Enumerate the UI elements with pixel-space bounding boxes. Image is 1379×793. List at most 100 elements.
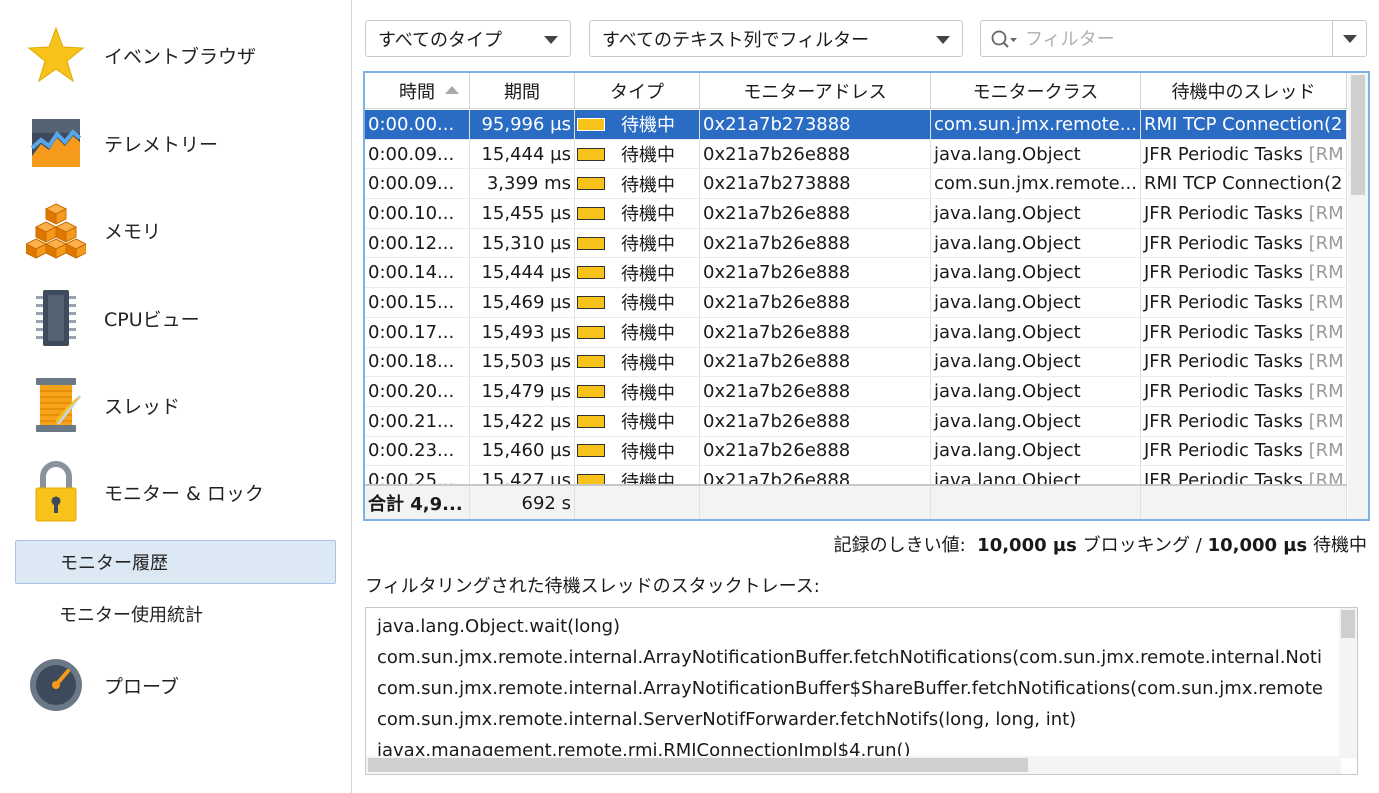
waiting-type-icon	[577, 117, 605, 131]
stack-vertical-scrollbar[interactable]	[1339, 608, 1357, 758]
column-header-duration[interactable]: 期間	[470, 73, 575, 109]
thread-name: RMI TCP Connection(2	[1144, 113, 1343, 135]
cell-monitor-address: 0x21a7b26e888	[700, 199, 931, 228]
stack-horizontal-scrollbar[interactable]	[366, 756, 1341, 774]
sidebar-item-label: モニター & ロック	[104, 482, 264, 505]
table-row[interactable]: 0:00.18... 15,503 µs 待機中 0x21a7b26e888 java.…	[365, 347, 1347, 378]
column-header-type[interactable]: タイプ	[575, 73, 700, 109]
thread-group: [RM	[1308, 440, 1344, 462]
table-row[interactable]: 0:00.17... 15,493 µs 待機中 0x21a7b26e888 java.…	[365, 317, 1347, 348]
sidebar-item-label: テレメトリー	[104, 133, 219, 156]
sidebar-subitem-monitor-usage-stats[interactable]: モニター使用統計	[15, 592, 336, 636]
thread-name: JFR Periodic Tasks	[1144, 470, 1309, 484]
cell-monitor-class: java.lang.Object	[931, 436, 1141, 466]
filter-history-dropdown[interactable]	[1332, 21, 1366, 56]
cell-type-label: 待機中	[621, 293, 675, 315]
cell-waiting-thread: JFR Periodic Tasks [RM	[1141, 377, 1347, 406]
footer-cell	[575, 486, 700, 519]
sidebar-subitem-label: モニター履歴	[60, 553, 168, 574]
table-row[interactable]: 0:00.20... 15,479 µs 待機中 0x21a7b26e888 java.…	[365, 377, 1347, 407]
stack-frame[interactable]: com.sun.jmx.remote.internal.ArrayNotific…	[377, 647, 1322, 668]
sidebar-item-event-browser[interactable]: イベントブラウザ	[0, 20, 351, 90]
total-count: 合計 4,9...	[365, 486, 470, 519]
cell-monitor-address: 0x21a7b26e888	[700, 258, 931, 288]
thread-name: JFR Periodic Tasks	[1144, 351, 1309, 373]
thread-name: JFR Periodic Tasks	[1144, 440, 1309, 462]
thread-name: RMI TCP Connection(2	[1144, 173, 1343, 195]
waiting-type-icon	[577, 206, 605, 220]
filter-input[interactable]	[1025, 26, 1325, 52]
table-row[interactable]: 0:00.12... 15,310 µs 待機中 0x21a7b26e888 java.…	[365, 228, 1347, 259]
column-header-monitor-address[interactable]: モニターアドレス	[700, 73, 931, 109]
footer-cell	[700, 486, 931, 519]
cell-monitor-address: 0x21a7b26e888	[700, 139, 931, 169]
sidebar-item-label: CPUビュー	[104, 308, 200, 331]
table-row[interactable]: 0:00.23... 15,460 µs 待機中 0x21a7b26e888 java.…	[365, 436, 1347, 467]
cell-duration: 15,493 µs	[470, 317, 575, 347]
thread-group: [RM	[1308, 321, 1344, 343]
column-header-label: モニタークラス	[972, 82, 1099, 103]
thread-spool-icon	[26, 373, 86, 437]
table-row[interactable]: 0:00.09... 15,444 µs 待機中 0x21a7b26e888 java.…	[365, 139, 1347, 170]
cell-waiting-thread: JFR Periodic Tasks [RM	[1141, 288, 1347, 317]
sidebar-item-monitors-locks[interactable]: モニター & ロック	[0, 457, 351, 527]
cell-duration: 15,469 µs	[470, 288, 575, 317]
stack-frame[interactable]: com.sun.jmx.remote.internal.ArrayNotific…	[377, 678, 1323, 699]
table-row[interactable]: 0:00.21... 15,422 µs 待機中 0x21a7b26e888 java.…	[365, 406, 1347, 437]
sort-ascending-icon	[445, 86, 459, 94]
cell-type: 待機中	[575, 347, 700, 377]
stack-frame[interactable]: java.lang.Object.wait(long)	[377, 616, 620, 637]
column-header-waiting-thread[interactable]: 待機中のスレッド	[1141, 73, 1347, 109]
table-row[interactable]: 0:00.10... 15,455 µs 待機中 0x21a7b26e888 java.…	[365, 199, 1347, 229]
sidebar-subitem-monitor-history[interactable]: モニター履歴	[15, 540, 336, 584]
cell-monitor-address: 0x21a7b26e888	[700, 377, 931, 406]
column-header-monitor-class[interactable]: モニタークラス	[931, 73, 1141, 109]
type-filter-dropdown[interactable]: すべてのタイプ	[365, 20, 571, 57]
sidebar-item-memory[interactable]: メモリ	[0, 195, 351, 265]
column-header-time[interactable]: 時間	[365, 73, 470, 109]
search-icon[interactable]	[990, 29, 1020, 51]
sidebar-item-probes[interactable]: プローブ	[0, 650, 351, 720]
cell-type: 待機中	[575, 317, 700, 347]
sidebar-item-telemetry[interactable]: テレメトリー	[0, 108, 351, 178]
cell-duration: 15,444 µs	[470, 258, 575, 288]
footer-cell	[931, 486, 1141, 519]
cell-type-label: 待機中	[621, 174, 675, 196]
thread-name: JFR Periodic Tasks	[1144, 232, 1309, 254]
cell-waiting-thread: JFR Periodic Tasks [RM	[1141, 406, 1347, 436]
waiting-label: 待機中	[1313, 535, 1367, 556]
cell-waiting-thread: JFR Periodic Tasks [RM	[1141, 199, 1347, 228]
table-row[interactable]: 0:00.09... 3,399 ms 待機中 0x21a7b273888 com.su…	[365, 169, 1347, 200]
cell-duration: 15,455 µs	[470, 199, 575, 228]
cell-waiting-thread: JFR Periodic Tasks [RM	[1141, 139, 1347, 169]
table-vertical-scrollbar[interactable]	[1348, 73, 1368, 519]
stack-frame[interactable]: com.sun.jmx.remote.internal.ServerNotifF…	[377, 709, 1076, 730]
thread-group: [RM	[1308, 143, 1344, 165]
cell-time: 0:00.09...	[365, 139, 470, 169]
text-column-filter-dropdown[interactable]: すべてのテキスト列でフィルター	[589, 20, 963, 57]
sidebar-item-label: メモリ	[104, 220, 162, 243]
table-row[interactable]: 0:00.15... 15,469 µs 待機中 0x21a7b26e888 java.…	[365, 288, 1347, 318]
table-row[interactable]: 0:00.14... 15,444 µs 待機中 0x21a7b26e888 java.…	[365, 258, 1347, 289]
cell-monitor-class: java.lang.Object	[931, 377, 1141, 406]
cell-time: 0:00.15...	[365, 288, 470, 317]
cell-time: 0:00.25...	[365, 466, 470, 484]
table-row[interactable]: 0:00.00... 95,996 µs 待機中 0x21a7b273888 com.s…	[365, 110, 1347, 140]
table-row[interactable]: 0:00.25... 15,427 µs 待機中 0x21a7b26e888 java.…	[365, 466, 1347, 484]
sidebar-item-threads[interactable]: スレッド	[0, 370, 351, 440]
scrollbar-thumb[interactable]	[1351, 75, 1365, 195]
cell-waiting-thread: RMI TCP Connection(2	[1141, 169, 1347, 199]
thread-group: [RM	[1308, 410, 1344, 432]
thread-group: [RM	[1308, 262, 1344, 284]
cell-type-label: 待機中	[621, 441, 675, 463]
recording-threshold: 記録のしきい値: 10,000 µs ブロッキング / 10,000 µs 待機…	[834, 531, 1367, 557]
thread-group: [RM	[1308, 381, 1344, 403]
table-body: 0:00.00... 95,996 µs 待機中 0x21a7b273888 com.s…	[365, 110, 1347, 484]
sidebar-item-cpu-view[interactable]: CPUビュー	[0, 283, 351, 353]
stack-trace-title: フィルタリングされた待機スレッドのスタックトレース:	[365, 576, 820, 597]
scrollbar-thumb[interactable]	[368, 758, 1028, 772]
cell-duration: 15,422 µs	[470, 406, 575, 436]
cell-duration: 95,996 µs	[470, 110, 575, 139]
column-header-label: タイプ	[610, 82, 664, 103]
scrollbar-thumb[interactable]	[1341, 610, 1355, 638]
